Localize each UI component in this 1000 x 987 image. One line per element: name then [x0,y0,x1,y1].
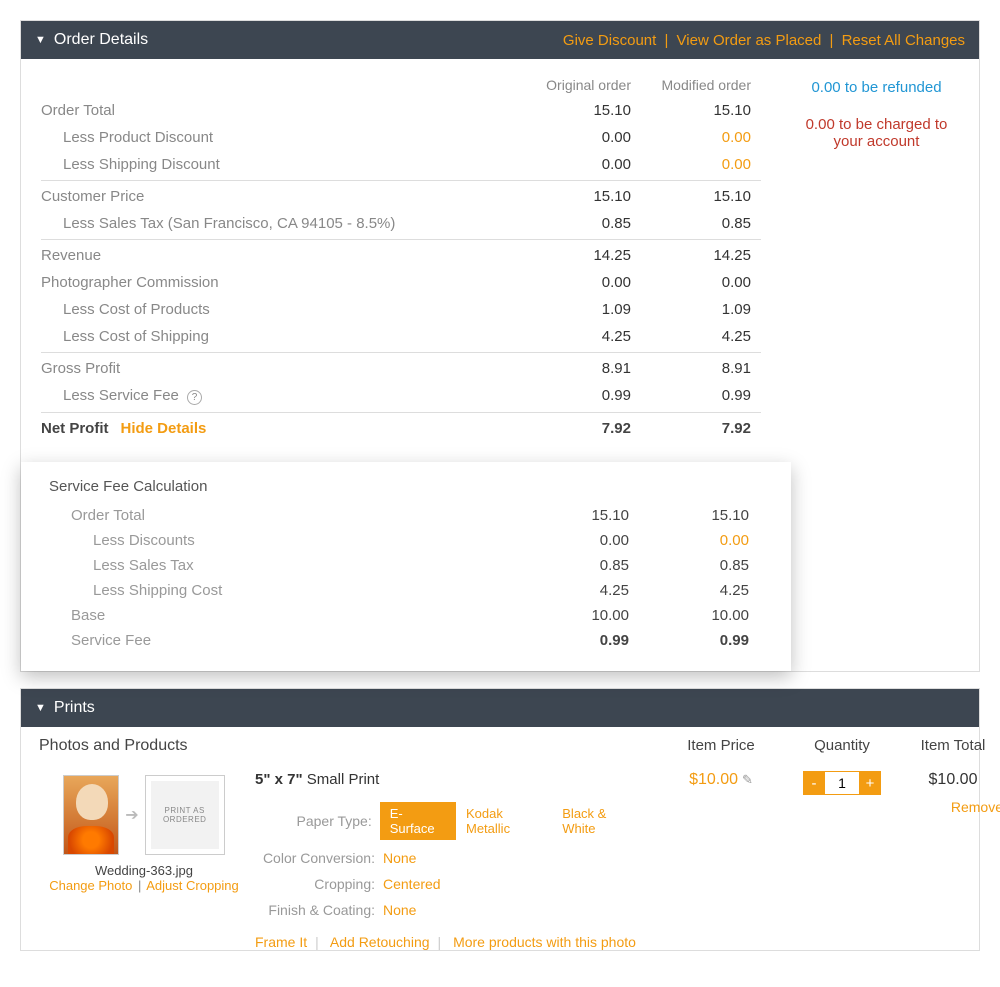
hide-details-link[interactable]: Hide Details [121,420,207,437]
pencil-icon[interactable]: ✎ [742,772,753,787]
frame-it-link[interactable]: Frame It [255,934,307,950]
qty-increment-button[interactable]: + [859,771,881,795]
help-icon[interactable]: ? [187,390,202,405]
print-as-ordered-box[interactable]: PRINT AS ORDERED [145,775,225,855]
qty-input[interactable] [825,771,859,795]
adjust-cropping-link[interactable]: Adjust Cropping [146,878,239,893]
give-discount-link[interactable]: Give Discount [563,32,656,49]
prints-header: ▼ Prints [21,689,979,727]
prints-panel: ▼ Prints Photos and Products Item Price … [20,688,980,951]
add-retouching-link[interactable]: Add Retouching [330,934,430,950]
change-photo-link[interactable]: Change Photo [49,878,132,893]
paper-type-option[interactable]: Black & White [562,806,641,836]
order-details-header: ▼ Order Details Give Discount | View Ord… [21,21,979,59]
qty-decrement-button[interactable]: - [803,771,825,795]
item-price: $10.00✎ [661,771,781,789]
photo-filename: Wedding-363.jpg [39,863,249,878]
remove-link[interactable]: Remove [951,799,1000,815]
side-summary: 0.00 to be refunded 0.00 to be charged t… [794,79,959,150]
arrow-right-icon: ➔ [125,805,138,825]
chevron-down-icon[interactable]: ▼ [35,702,46,714]
prints-title: Prints [54,699,95,717]
cropping-value[interactable]: Centered [383,876,441,892]
more-products-link[interactable]: More products with this photo [453,934,636,950]
col-modified: Modified order [631,77,751,93]
photo-cell: ➔ PRINT AS ORDERED Wedding-363.jpg Chang… [39,771,249,893]
paper-type-selected[interactable]: E-Surface [380,802,456,840]
product-cell: 5" x 7" Small Print Paper Type: E-Surfac… [255,771,655,950]
quantity-stepper: - + [787,771,897,795]
order-details-title: Order Details [54,31,148,49]
service-fee-calc: Service Fee Calculation Order Total15.10… [21,462,791,671]
color-conversion-value[interactable]: None [383,850,416,866]
item-total: $10.00 [903,771,1000,789]
photo-thumbnail[interactable] [63,775,119,855]
order-details-panel: ▼ Order Details Give Discount | View Ord… [20,20,980,672]
reset-all-link[interactable]: Reset All Changes [842,32,965,49]
header-actions: Give Discount | View Order as Placed | R… [563,32,965,49]
photos-products-title: Photos and Products [39,737,249,755]
view-order-link[interactable]: View Order as Placed [677,32,822,49]
chevron-down-icon[interactable]: ▼ [35,34,46,46]
col-original: Original order [511,77,631,93]
paper-type-option[interactable]: Kodak Metallic [466,806,548,836]
finish-value[interactable]: None [383,902,416,918]
